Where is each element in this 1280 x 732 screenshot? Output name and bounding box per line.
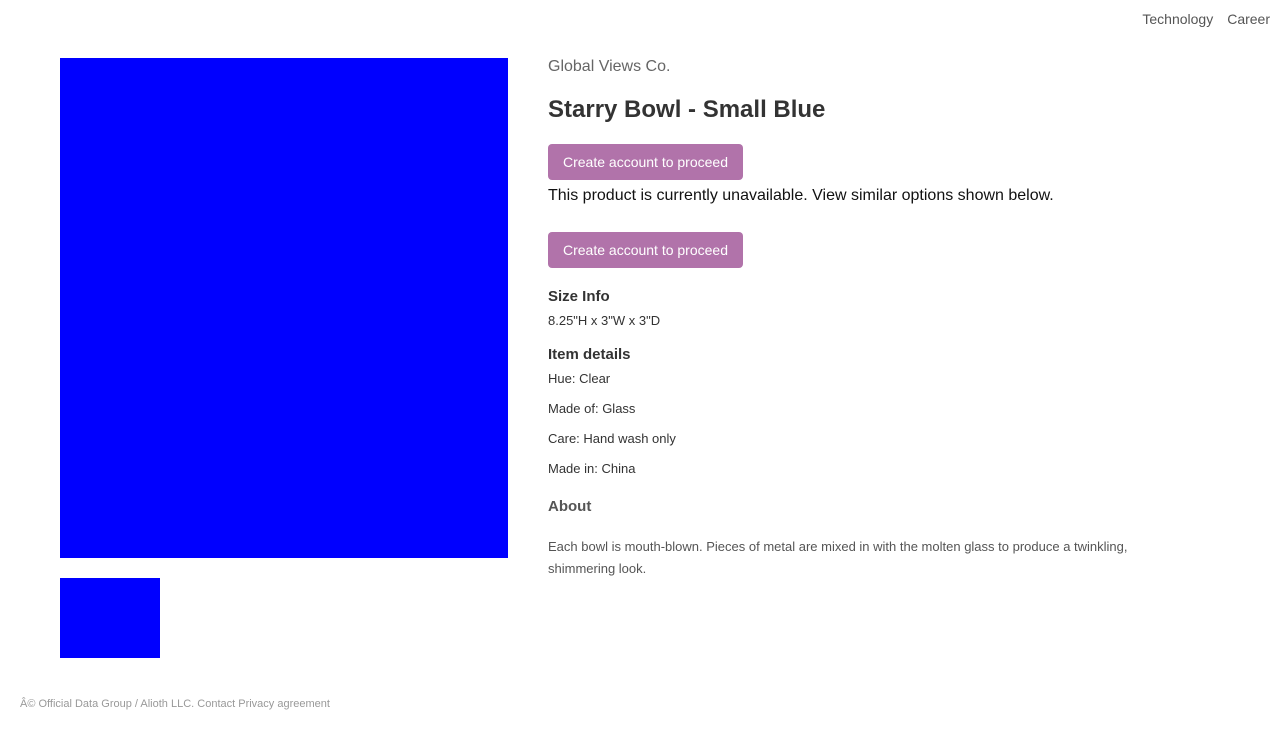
nav-career[interactable]: Career — [1227, 11, 1270, 27]
create-account-button-2[interactable]: Create account to proceed — [548, 232, 743, 268]
size-heading: Size Info — [548, 288, 610, 305]
detail-material: Made of: Glass — [548, 401, 636, 416]
create-account-button[interactable]: Create account to proceed — [548, 144, 743, 180]
detail-care: Care: Hand wash only — [548, 431, 676, 446]
about-heading: About — [548, 498, 592, 515]
size-value: 8.25"H x 3"W x 3"D — [548, 313, 661, 328]
detail-hue: Hue: Clear — [548, 371, 611, 386]
details-heading: Item details — [548, 346, 631, 363]
product-image — [60, 58, 508, 558]
unavailable-message: This product is currently unavailable. V… — [548, 187, 1054, 204]
product-info: Global Views Co. Starry Bowl - Small Blu… — [548, 58, 1208, 580]
top-nav: Technology Career — [1142, 11, 1270, 27]
product-title: Starry Bowl - Small Blue — [548, 96, 826, 123]
detail-origin: Made in: China — [548, 461, 636, 476]
footer: Â© Official Data Group / Alioth LLC. Con… — [20, 698, 330, 710]
brand-name: Global Views Co. — [548, 58, 671, 75]
product-thumbnail[interactable] — [60, 578, 160, 658]
nav-technology[interactable]: Technology — [1142, 11, 1213, 27]
about-text: Each bowl is mouth-blown. Pieces of meta… — [548, 539, 1128, 576]
